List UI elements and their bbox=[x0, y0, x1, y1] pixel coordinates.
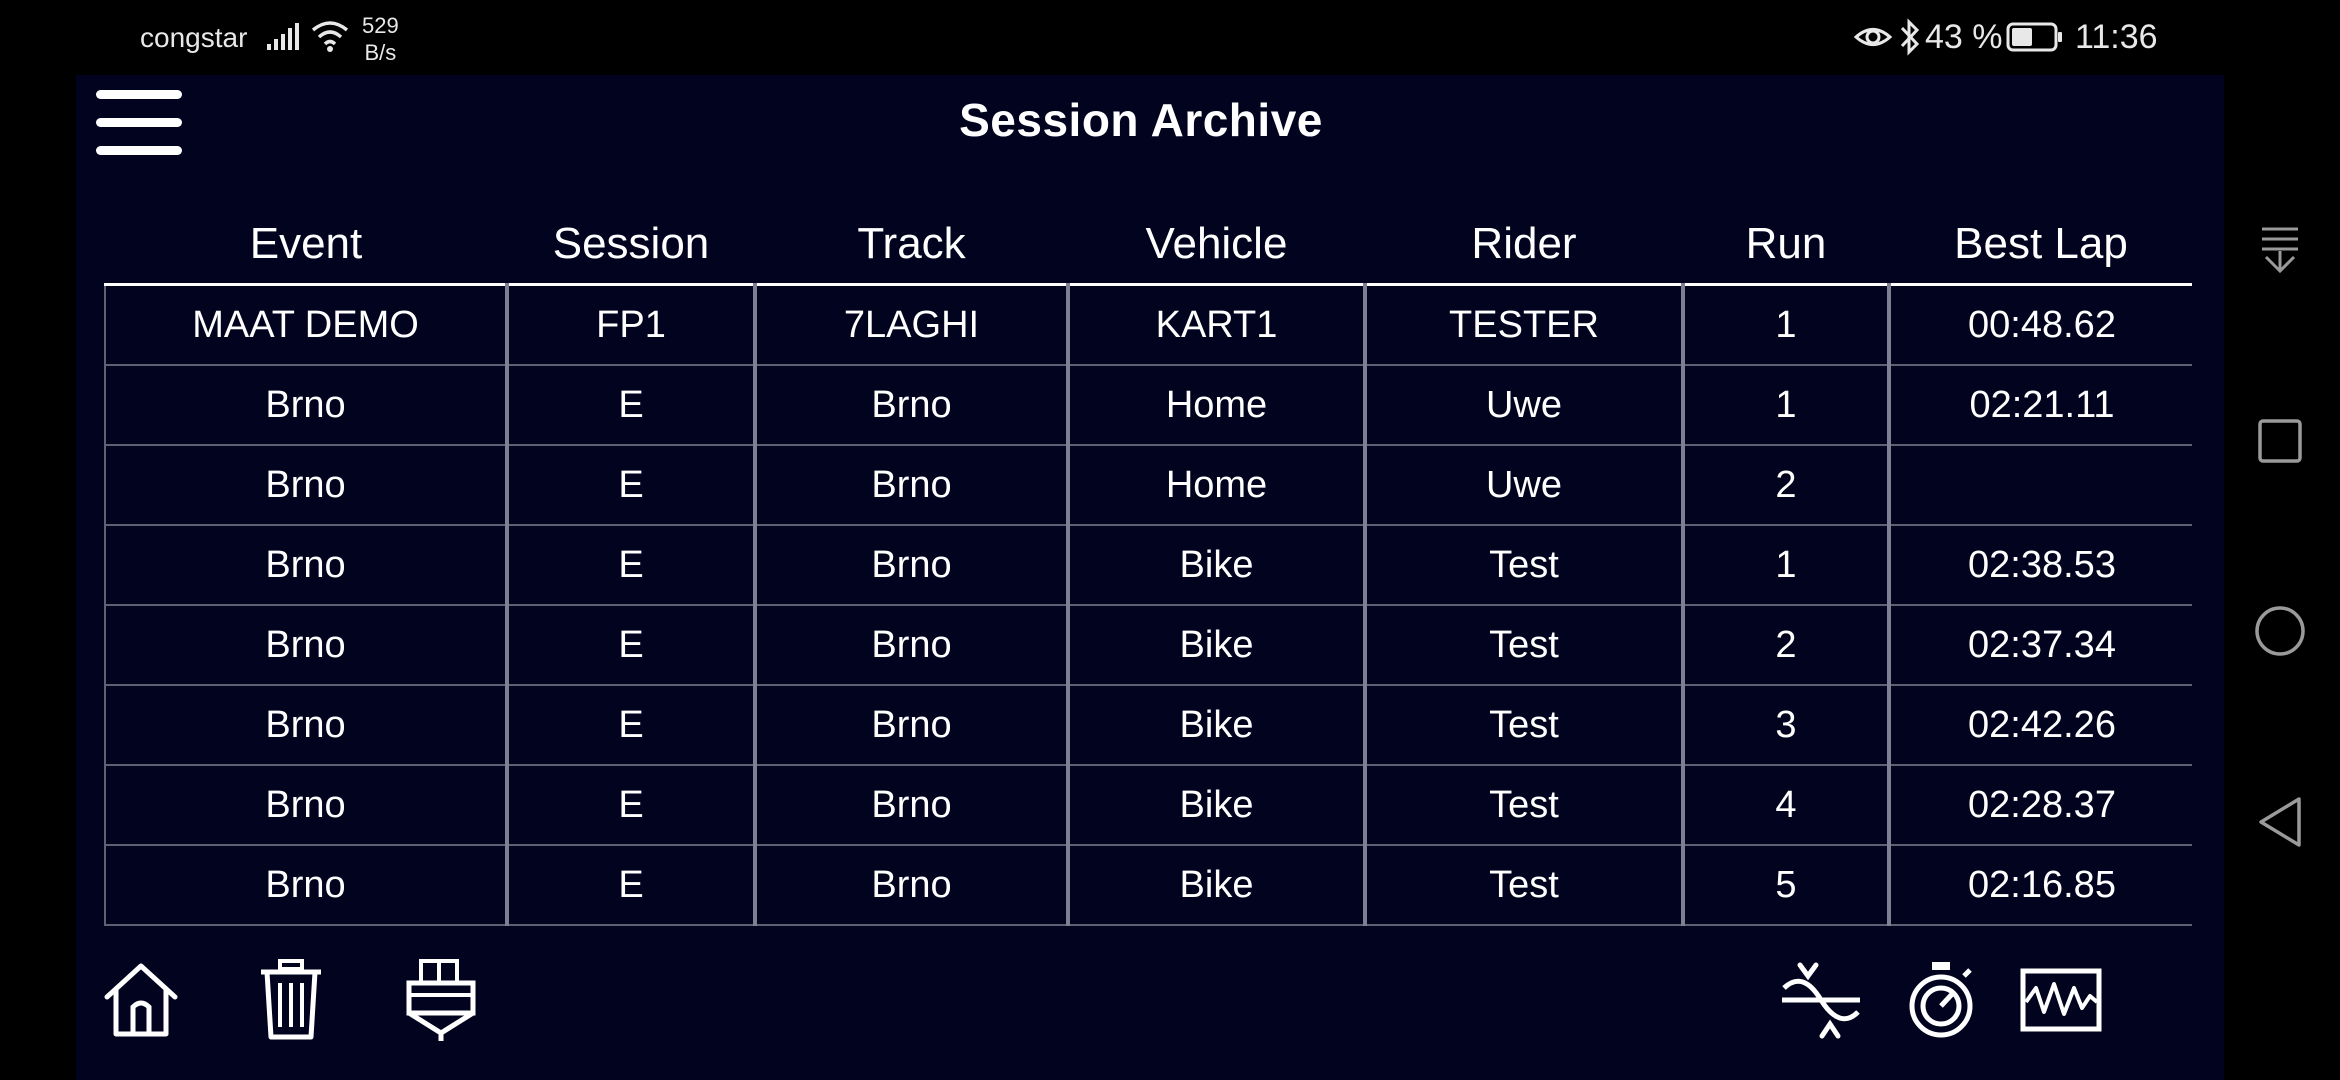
cell-event: Brno bbox=[104, 605, 509, 686]
cell-vehicle: KART1 bbox=[1068, 284, 1367, 366]
cell-run: 3 bbox=[1683, 685, 1891, 766]
column-header-vehicle[interactable]: Vehicle bbox=[1068, 205, 1365, 286]
table-row[interactable]: Brno E Brno Bike Test 5 02:16.85 bbox=[104, 845, 2192, 926]
cell-vehicle: Bike bbox=[1068, 765, 1367, 846]
cell-rider: Test bbox=[1365, 525, 1685, 606]
network-speed-unit: B/s bbox=[364, 40, 397, 65]
cell-best-lap: 02:38.53 bbox=[1889, 525, 2192, 606]
sectors-icon[interactable] bbox=[1756, 945, 1886, 1055]
column-header-track[interactable]: Track bbox=[755, 205, 1068, 286]
cell-session: E bbox=[507, 445, 757, 526]
table-row[interactable]: MAAT DEMO FP1 7LAGHI KART1 TESTER 1 00:4… bbox=[104, 284, 2192, 366]
recents-square-icon[interactable] bbox=[2225, 418, 2335, 464]
cell-rider: Test bbox=[1365, 685, 1685, 766]
export-icon[interactable] bbox=[381, 945, 501, 1055]
cell-session: FP1 bbox=[507, 284, 757, 366]
cell-track: Brno bbox=[755, 525, 1070, 606]
cell-event: Brno bbox=[104, 685, 509, 766]
system-nav-bar bbox=[2225, 75, 2340, 1080]
cell-event: Brno bbox=[104, 445, 509, 526]
cell-run: 4 bbox=[1683, 765, 1891, 846]
column-header-rider[interactable]: Rider bbox=[1365, 205, 1683, 286]
table-row[interactable]: Brno E Brno Bike Test 3 02:42.26 bbox=[104, 685, 2192, 766]
cell-rider: Test bbox=[1365, 845, 1685, 926]
cell-vehicle: Home bbox=[1068, 365, 1367, 446]
cell-rider: Uwe bbox=[1365, 445, 1685, 526]
cell-run: 1 bbox=[1683, 525, 1891, 606]
table-header-row: Event Session Track Vehicle Rider Run Be… bbox=[105, 205, 2192, 286]
table-row[interactable]: Brno E Brno Bike Test 1 02:38.53 bbox=[104, 525, 2192, 606]
column-header-run[interactable]: Run bbox=[1683, 205, 1889, 286]
cell-event: MAAT DEMO bbox=[104, 284, 509, 366]
column-header-event[interactable]: Event bbox=[105, 205, 507, 286]
cell-session: E bbox=[507, 765, 757, 846]
cell-rider: Test bbox=[1365, 605, 1685, 686]
notification-pull-icon[interactable] bbox=[2225, 225, 2335, 277]
cell-event: Brno bbox=[104, 845, 509, 926]
cell-track: 7LAGHI bbox=[755, 284, 1070, 366]
cell-rider: Uwe bbox=[1365, 365, 1685, 446]
cell-event: Brno bbox=[104, 525, 509, 606]
signal-icon bbox=[265, 22, 299, 52]
cell-session: E bbox=[507, 365, 757, 446]
battery-percent: 43 % bbox=[1925, 18, 2003, 56]
cell-vehicle: Bike bbox=[1068, 845, 1367, 926]
session-table: Event Session Track Vehicle Rider Run Be… bbox=[104, 205, 2192, 926]
table-row[interactable]: Brno E Brno Home Uwe 1 02:21.11 bbox=[104, 365, 2192, 446]
app-window: Session Archive Event Session Track Vehi… bbox=[76, 75, 2224, 1080]
stopwatch-icon[interactable] bbox=[1886, 945, 1996, 1055]
cell-vehicle: Bike bbox=[1068, 685, 1367, 766]
cell-track: Brno bbox=[755, 685, 1070, 766]
home-circle-icon[interactable] bbox=[2225, 605, 2335, 657]
home-icon[interactable] bbox=[86, 945, 196, 1055]
signal-chart-icon[interactable] bbox=[2001, 945, 2121, 1055]
cell-run: 5 bbox=[1683, 845, 1891, 926]
cell-track: Brno bbox=[755, 845, 1070, 926]
session-table-scroll[interactable]: Event Session Track Vehicle Rider Run Be… bbox=[104, 205, 2192, 975]
column-header-best-lap[interactable]: Best Lap bbox=[1889, 205, 2192, 286]
cell-run: 1 bbox=[1683, 365, 1891, 446]
cell-best-lap: 02:37.34 bbox=[1889, 605, 2192, 686]
cell-best-lap: 02:42.26 bbox=[1889, 685, 2192, 766]
cell-vehicle: Home bbox=[1068, 445, 1367, 526]
eye-icon bbox=[1853, 22, 1893, 52]
wifi-icon bbox=[310, 18, 350, 54]
cell-track: Brno bbox=[755, 445, 1070, 526]
cell-run: 2 bbox=[1683, 445, 1891, 526]
back-triangle-icon[interactable] bbox=[2225, 795, 2335, 849]
cell-session: E bbox=[507, 845, 757, 926]
network-speed: 529 B/s bbox=[362, 12, 399, 66]
cell-rider: TESTER bbox=[1365, 284, 1685, 366]
network-speed-value: 529 bbox=[362, 13, 399, 38]
cell-session: E bbox=[507, 685, 757, 766]
page-title: Session Archive bbox=[959, 94, 1323, 146]
table-row[interactable]: Brno E Brno Bike Test 2 02:37.34 bbox=[104, 605, 2192, 686]
cell-vehicle: Bike bbox=[1068, 525, 1367, 606]
clock: 11:36 bbox=[2075, 18, 2158, 56]
cell-vehicle: Bike bbox=[1068, 605, 1367, 686]
cell-track: Brno bbox=[755, 605, 1070, 686]
table-row[interactable]: Brno E Brno Bike Test 4 02:28.37 bbox=[104, 765, 2192, 846]
cell-best-lap: 02:28.37 bbox=[1889, 765, 2192, 846]
battery-icon bbox=[2006, 22, 2064, 52]
cell-run: 2 bbox=[1683, 605, 1891, 686]
status-bar: congstar 529 B/s 43 % 11:36 bbox=[0, 0, 2340, 75]
cell-event: Brno bbox=[104, 365, 509, 446]
cell-best-lap: 00:48.62 bbox=[1889, 284, 2192, 366]
carrier-name: congstar bbox=[140, 22, 248, 53]
table-row[interactable]: Brno E Brno Home Uwe 2 bbox=[104, 445, 2192, 526]
cell-best-lap: 02:21.11 bbox=[1889, 365, 2192, 446]
cell-event: Brno bbox=[104, 765, 509, 846]
cell-best-lap: 02:16.85 bbox=[1889, 845, 2192, 926]
cell-run: 1 bbox=[1683, 284, 1891, 366]
cell-session: E bbox=[507, 605, 757, 686]
trash-icon[interactable] bbox=[236, 945, 346, 1055]
bluetooth-icon bbox=[1898, 18, 1922, 56]
cell-session: E bbox=[507, 525, 757, 606]
column-header-session[interactable]: Session bbox=[507, 205, 755, 286]
cell-track: Brno bbox=[755, 365, 1070, 446]
cell-track: Brno bbox=[755, 765, 1070, 846]
cell-best-lap bbox=[1889, 445, 2192, 526]
cell-rider: Test bbox=[1365, 765, 1685, 846]
